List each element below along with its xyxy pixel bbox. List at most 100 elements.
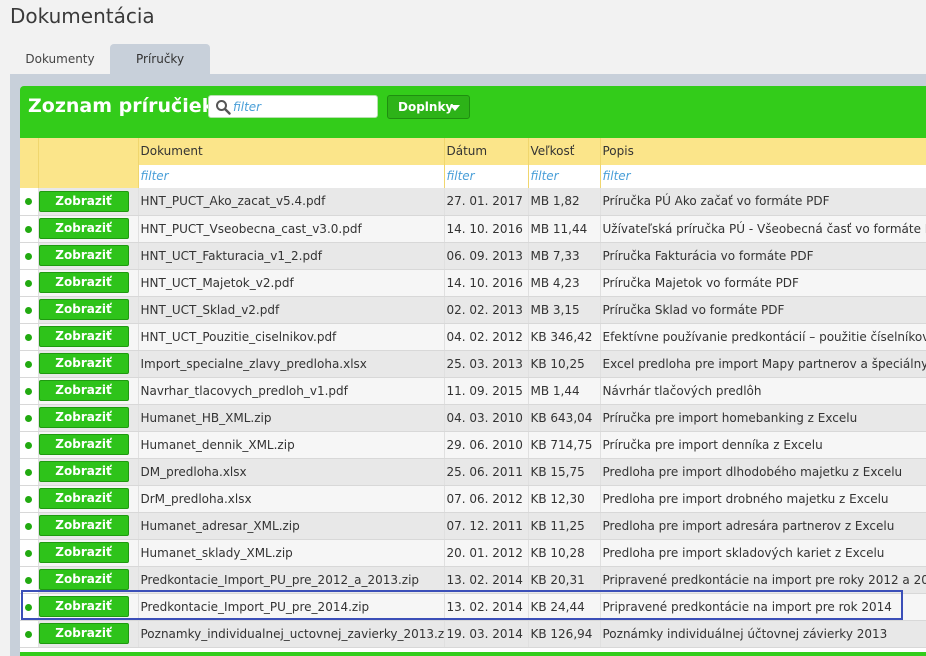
description-cell: Pripravené predkontácie na import pre ro… xyxy=(600,566,926,594)
document-cell: DM_predloha.xlsx xyxy=(138,458,445,486)
show-button[interactable]: Zobraziť xyxy=(38,407,129,428)
size-cell: KB 24,44 xyxy=(528,593,601,621)
tab-prirucky[interactable]: Príručky xyxy=(110,44,211,74)
table-row[interactable]: Zobraziť HNT_UCT_Fakturacia_v1_2.pdf 06. 0… xyxy=(20,242,926,270)
date-cell: 14. 10. 2016 xyxy=(444,215,529,243)
table-row[interactable]: Zobraziť DM_predloha.xlsx 25. 06. 2011 KB 1… xyxy=(20,458,926,486)
table-row[interactable]: Zobraziť HNT_PUCT_Vseobecna_cast_v3.0.pdf… xyxy=(20,215,926,243)
status-cell xyxy=(20,377,39,405)
date-cell: 14. 10. 2016 xyxy=(444,269,529,297)
header-size[interactable]: Veľkosť xyxy=(528,138,601,163)
action-cell: Zobraziť xyxy=(38,269,139,297)
filter-date-input[interactable] xyxy=(444,164,528,188)
filter-document-input[interactable] xyxy=(138,164,444,188)
addons-dropdown-button[interactable]: Doplnky xyxy=(387,95,470,119)
status-cell xyxy=(20,188,39,216)
show-button[interactable]: Zobraziť xyxy=(38,623,129,644)
show-button[interactable]: Zobraziť xyxy=(38,515,129,536)
size-cell: KB 126,94 xyxy=(528,620,601,648)
header-date[interactable]: Dátum xyxy=(444,138,529,163)
table-row[interactable]: Zobraziť HNT_UCT_Pouzitie_ciselnikov.pdf 0… xyxy=(20,323,926,351)
show-button[interactable]: Zobraziť xyxy=(38,272,129,293)
status-dot-icon xyxy=(25,387,33,395)
filter-cell-empty xyxy=(20,163,39,188)
status-cell xyxy=(20,242,39,270)
show-button[interactable]: Zobraziť xyxy=(38,353,129,374)
show-button[interactable]: Zobraziť xyxy=(38,380,129,401)
status-dot-icon xyxy=(25,198,33,206)
table-row[interactable]: Zobraziť HNT_UCT_Majetok_v2.pdf 14. 10. 20… xyxy=(20,269,926,297)
show-button[interactable]: Zobraziť xyxy=(38,190,129,212)
description-cell: Príručka Sklad vo formáte PDF xyxy=(600,296,926,324)
tab-dokumenty[interactable]: Dokumenty xyxy=(10,44,110,74)
document-cell: HNT_UCT_Majetok_v2.pdf xyxy=(138,269,445,297)
description-cell: Predloha pre import adresára partnerov z… xyxy=(600,512,926,540)
date-cell: 19. 03. 2014 xyxy=(444,620,529,648)
status-cell xyxy=(20,431,39,459)
status-dot-icon xyxy=(25,468,33,476)
description-cell: Príručka pre import denníka z Excelu xyxy=(600,431,926,459)
show-button[interactable]: Zobraziť xyxy=(38,542,129,563)
table-row[interactable]: Zobraziť DrM_predloha.xlsx 07. 06. 2012 KB … xyxy=(20,485,926,513)
status-cell xyxy=(20,323,39,351)
status-dot-icon xyxy=(25,414,33,422)
action-cell: Zobraziť xyxy=(38,242,139,270)
table-row[interactable]: Zobraziť Humanet_sklady_XML.zip 20. 01. 20… xyxy=(20,539,926,567)
action-cell: Zobraziť xyxy=(38,512,139,540)
table-row[interactable]: Zobraziť HNT_PUCT_Ako_zacat_v5.4.pdf 27. 0… xyxy=(20,188,926,216)
status-cell xyxy=(20,350,39,378)
show-button[interactable]: Zobraziť xyxy=(38,299,129,320)
action-cell: Zobraziť xyxy=(38,593,139,621)
action-cell: Zobraziť xyxy=(38,377,139,405)
status-cell xyxy=(20,512,39,540)
table-header-row: Dokument Dátum Veľkosť Popis xyxy=(20,138,926,163)
manuals-table: Dokument Dátum Veľkosť Popis Zobraziť HNT… xyxy=(20,138,926,648)
filter-cell-empty xyxy=(38,163,139,188)
size-cell: KB 12,30 xyxy=(528,485,601,513)
table-row[interactable]: Zobraziť Humanet_HB_XML.zip 04. 03. 2010 KB… xyxy=(20,404,926,432)
description-cell: Príručka pre import homebanking z Excelu xyxy=(600,404,926,432)
show-button[interactable]: Zobraziť xyxy=(38,461,129,482)
table-row[interactable]: Zobraziť Predkontacie_Import_PU_pre_2012_… xyxy=(20,566,926,594)
document-cell: Poznamky_individualnej_uctovnej_zavierky… xyxy=(138,620,445,648)
date-cell: 06. 09. 2013 xyxy=(444,242,529,270)
date-cell: 13. 02. 2014 xyxy=(444,593,529,621)
show-button[interactable]: Zobraziť xyxy=(38,218,129,239)
table-row[interactable]: Zobraziť Navrhar_tlacovych_predloh_v1.pdf… xyxy=(20,377,926,405)
search-box xyxy=(208,95,378,118)
table-row[interactable]: Zobraziť Humanet_dennik_XML.zip 29. 06. 20… xyxy=(20,431,926,459)
table-row[interactable]: Zobraziť HNT_UCT_Sklad_v2.pdf 02. 02. 2013… xyxy=(20,296,926,324)
date-cell: 04. 03. 2010 xyxy=(444,404,529,432)
addons-label: Doplnky xyxy=(398,100,454,114)
show-button[interactable]: Zobraziť xyxy=(38,488,129,509)
header-action xyxy=(38,138,139,163)
description-cell: Pripravené predkontácie na import pre ro… xyxy=(600,593,926,621)
status-dot-icon xyxy=(25,549,33,557)
document-cell: Humanet_adresar_XML.zip xyxy=(138,512,445,540)
show-button[interactable]: Zobraziť xyxy=(38,245,129,266)
filter-size-input[interactable] xyxy=(528,164,600,188)
action-cell: Zobraziť xyxy=(38,620,139,648)
header-document[interactable]: Dokument xyxy=(138,138,445,163)
search-input[interactable] xyxy=(233,97,373,116)
date-cell: 25. 06. 2011 xyxy=(444,458,529,486)
date-cell: 13. 02. 2014 xyxy=(444,566,529,594)
document-cell: Predkontacie_Import_PU_pre_2012_a_2013.z… xyxy=(138,566,445,594)
action-cell: Zobraziť xyxy=(38,296,139,324)
show-button[interactable]: Zobraziť xyxy=(38,434,129,455)
document-cell: HNT_UCT_Pouzitie_ciselnikov.pdf xyxy=(138,323,445,351)
description-cell: Návrhár tlačových predlôh xyxy=(600,377,926,405)
filter-description-input[interactable] xyxy=(600,164,926,188)
table-row[interactable]: Zobraziť Import_specialne_zlavy_predloha.… xyxy=(20,350,926,378)
show-button[interactable]: Zobraziť xyxy=(38,326,129,347)
size-cell: KB 643,04 xyxy=(528,404,601,432)
show-button[interactable]: Zobraziť xyxy=(38,569,129,590)
table-row[interactable]: Zobraziť Predkontacie_Import_PU_pre_2014.… xyxy=(20,593,926,621)
action-cell: Zobraziť xyxy=(38,350,139,378)
header-description[interactable]: Popis xyxy=(600,138,926,163)
table-row[interactable]: Zobraziť Poznamky_individualnej_uctovnej_… xyxy=(20,620,926,648)
document-cell: Navrhar_tlacovych_predloh_v1.pdf xyxy=(138,377,445,405)
table-row[interactable]: Zobraziť Humanet_adresar_XML.zip 07. 12. 2… xyxy=(20,512,926,540)
date-cell: 02. 02. 2013 xyxy=(444,296,529,324)
show-button[interactable]: Zobraziť xyxy=(38,596,129,617)
